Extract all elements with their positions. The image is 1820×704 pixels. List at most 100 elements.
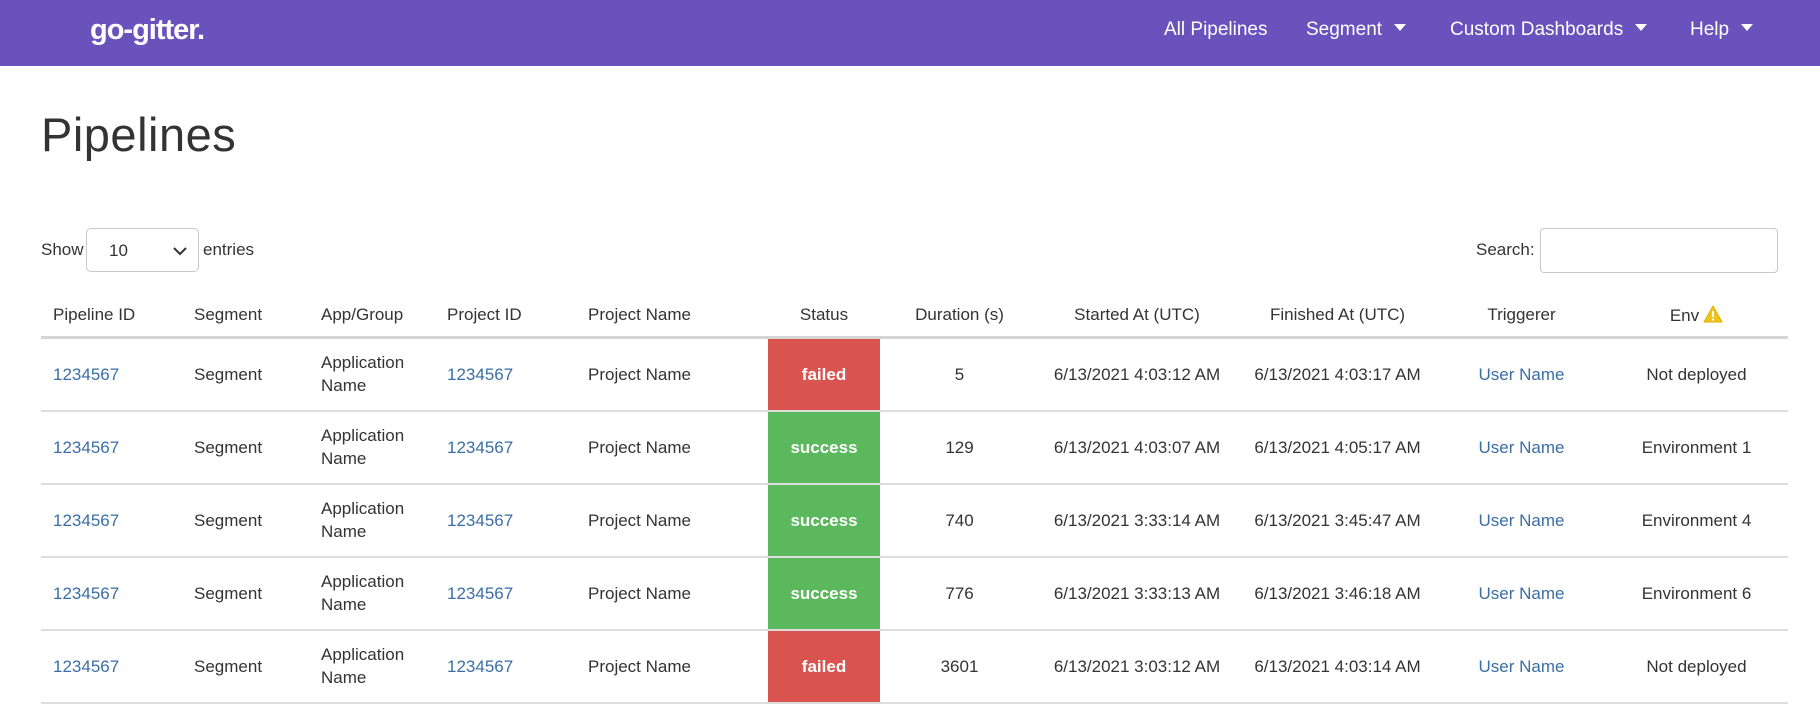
finished-at-cell: 6/13/2021 4:05:17 AM: [1237, 410, 1438, 485]
duration-cell: 776: [882, 556, 1037, 631]
app-group-cell: Application Name: [309, 337, 435, 412]
search-label: Search:: [1476, 240, 1535, 259]
project-id-cell: 1234567: [435, 483, 576, 558]
status-cell: success: [766, 410, 882, 485]
col-header-project-name[interactable]: Project Name: [576, 295, 766, 339]
triggerer-link[interactable]: User Name: [1479, 657, 1565, 676]
col-header-env[interactable]: Env: [1605, 295, 1788, 339]
project-id-cell: 1234567: [435, 556, 576, 631]
project-name-cell: Project Name: [576, 483, 766, 558]
pipeline-id-cell: 1234567: [41, 556, 182, 631]
entries-per-page-value: 10: [109, 241, 128, 260]
entries-per-page-select[interactable]: 10: [86, 228, 199, 272]
status-badge: success: [768, 557, 880, 629]
project-id-link[interactable]: 1234567: [447, 511, 513, 530]
table-header-row: Pipeline ID Segment App/Group Project ID…: [41, 295, 1788, 339]
triggerer-cell: User Name: [1438, 556, 1605, 631]
top-navbar: go-gitter. All Pipelines Segment Custom …: [0, 0, 1820, 66]
search-input[interactable]: [1540, 228, 1778, 273]
segment-cell: Segment: [182, 483, 309, 558]
show-label: Show: [41, 240, 84, 259]
chevron-down-icon: [173, 247, 187, 256]
env-cell: Not deployed: [1605, 337, 1788, 412]
triggerer-cell: User Name: [1438, 337, 1605, 412]
nav-help-dropdown[interactable]: Help: [1690, 18, 1754, 42]
project-name-cell: Project Name: [576, 556, 766, 631]
brand-logo[interactable]: go-gitter.: [90, 14, 205, 47]
pipeline-id-link[interactable]: 1234567: [53, 438, 119, 457]
project-id-cell: 1234567: [435, 337, 576, 412]
table-row: 1234567 Segment Application Name 1234567…: [41, 410, 1788, 485]
col-header-status[interactable]: Status: [766, 295, 882, 339]
duration-cell: 740: [882, 483, 1037, 558]
col-header-app-group[interactable]: App/Group: [309, 295, 435, 339]
nav-all-pipelines[interactable]: All Pipelines: [1164, 18, 1268, 42]
triggerer-link[interactable]: User Name: [1479, 511, 1565, 530]
caret-down-icon: [1394, 24, 1407, 32]
project-id-link[interactable]: 1234567: [447, 438, 513, 457]
triggerer-link[interactable]: User Name: [1479, 438, 1565, 457]
col-header-duration[interactable]: Duration (s): [882, 295, 1037, 339]
col-header-triggerer[interactable]: Triggerer: [1438, 295, 1605, 339]
entries-label: entries: [203, 240, 255, 259]
app-group-cell: Application Name: [309, 556, 435, 631]
pipeline-id-link[interactable]: 1234567: [53, 365, 119, 384]
started-at-cell: 6/13/2021 3:33:13 AM: [1037, 556, 1237, 631]
project-id-link[interactable]: 1234567: [447, 365, 513, 384]
nav-custom-dashboards-dropdown[interactable]: Custom Dashboards: [1450, 18, 1648, 42]
project-id-link[interactable]: 1234567: [447, 584, 513, 603]
segment-cell: Segment: [182, 556, 309, 631]
segment-cell: Segment: [182, 337, 309, 412]
triggerer-cell: User Name: [1438, 410, 1605, 485]
started-at-cell: 6/13/2021 4:03:12 AM: [1037, 337, 1237, 412]
project-name-cell: Project Name: [576, 410, 766, 485]
pipeline-id-cell: 1234567: [41, 337, 182, 412]
finished-at-cell: 6/13/2021 4:03:17 AM: [1237, 337, 1438, 412]
nav-segment-label: Segment: [1306, 19, 1383, 40]
pipeline-id-cell: 1234567: [41, 410, 182, 485]
finished-at-cell: 6/13/2021 3:46:18 AM: [1237, 556, 1438, 631]
col-header-finished-at[interactable]: Finished At (UTC): [1237, 295, 1438, 339]
col-header-project-id[interactable]: Project ID: [435, 295, 576, 339]
caret-down-icon: [1635, 24, 1648, 32]
col-header-pipeline-id[interactable]: Pipeline ID: [41, 295, 182, 339]
finished-at-cell: 6/13/2021 3:45:47 AM: [1237, 483, 1438, 558]
status-badge: success: [768, 411, 880, 483]
project-id-cell: 1234567: [435, 410, 576, 485]
status-cell: success: [766, 556, 882, 631]
app-group-cell: Application Name: [309, 410, 435, 485]
triggerer-link[interactable]: User Name: [1479, 584, 1565, 603]
warning-icon[interactable]: [1703, 305, 1723, 323]
env-cell: Environment 1: [1605, 410, 1788, 485]
nav-all-pipelines-label: All Pipelines: [1164, 19, 1268, 40]
status-cell: success: [766, 483, 882, 558]
triggerer-cell: User Name: [1438, 483, 1605, 558]
started-at-cell: 6/13/2021 4:03:07 AM: [1037, 410, 1237, 485]
page-title: Pipelines: [41, 108, 237, 161]
table-row: 1234567 Segment Application Name 1234567…: [41, 337, 1788, 412]
segment-cell: Segment: [182, 410, 309, 485]
duration-cell: 5: [882, 337, 1037, 412]
status-badge: success: [768, 484, 880, 556]
col-header-env-label: Env: [1669, 306, 1700, 325]
status-cell: failed: [766, 337, 882, 412]
pipeline-id-link[interactable]: 1234567: [53, 657, 119, 676]
project-name-cell: Project Name: [576, 337, 766, 412]
col-header-started-at[interactable]: Started At (UTC): [1037, 295, 1237, 339]
pipeline-id-link[interactable]: 1234567: [53, 584, 119, 603]
col-header-segment[interactable]: Segment: [182, 295, 309, 339]
app-group-cell: Application Name: [309, 483, 435, 558]
triggerer-link[interactable]: User Name: [1479, 365, 1565, 384]
table-row: 1234567 Segment Application Name 1234567…: [41, 483, 1788, 558]
started-at-cell: 6/13/2021 3:33:14 AM: [1037, 483, 1237, 558]
nav-segment-dropdown[interactable]: Segment: [1306, 18, 1407, 42]
env-cell: Environment 6: [1605, 556, 1788, 631]
nav-custom-dashboards-label: Custom Dashboards: [1450, 19, 1624, 40]
duration-cell: 129: [882, 410, 1037, 485]
status-badge: failed: [768, 338, 880, 410]
project-id-link[interactable]: 1234567: [447, 657, 513, 676]
table-row: 1234567 Segment Application Name 1234567…: [41, 556, 1788, 631]
pipeline-id-link[interactable]: 1234567: [53, 511, 119, 530]
env-cell: Environment 4: [1605, 483, 1788, 558]
caret-down-icon: [1741, 24, 1754, 32]
